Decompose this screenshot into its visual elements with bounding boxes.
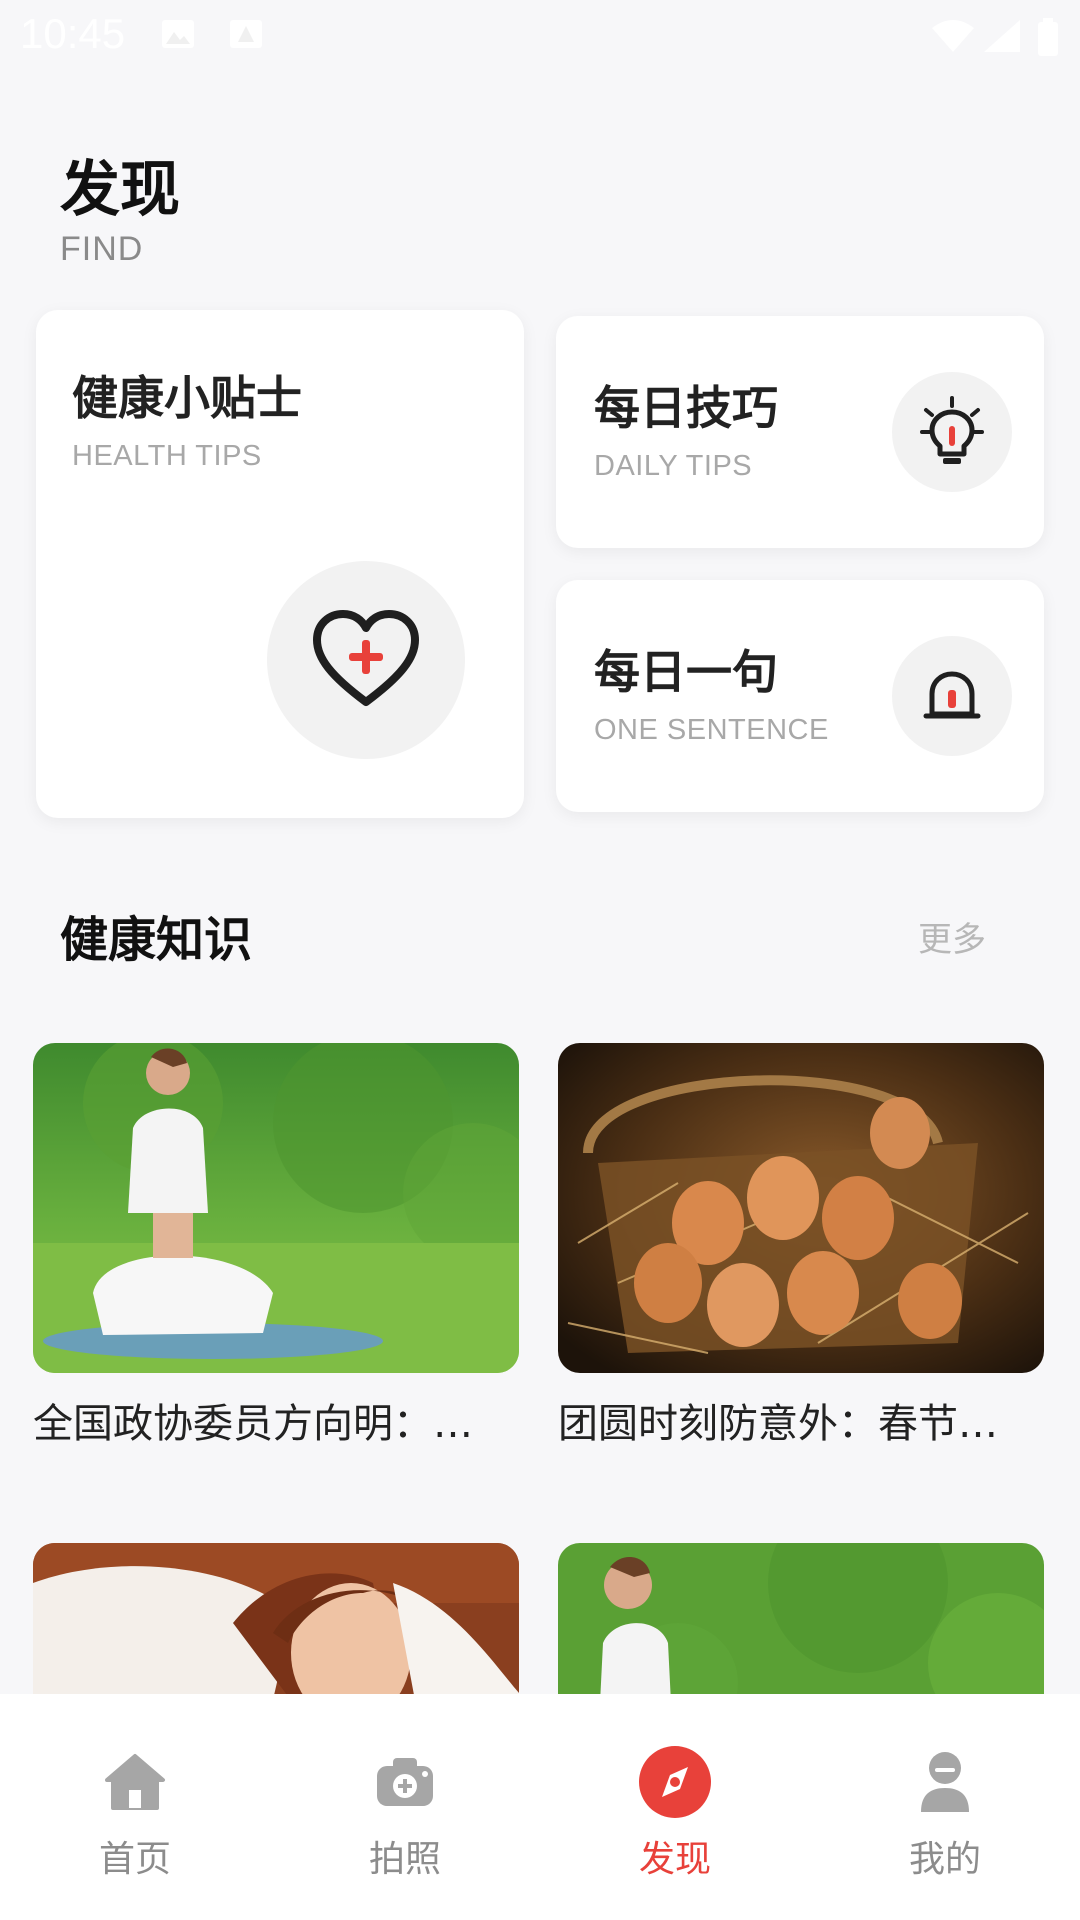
camera-icon [367,1744,443,1820]
nav-item-camera[interactable]: 拍照 [270,1694,540,1920]
section-title-health-knowledge: 健康知识 [60,912,253,968]
nav-item-discover[interactable]: 发现 [540,1694,810,1920]
compass-icon [637,1744,713,1820]
app-notification-icon [230,20,262,48]
article-title-1: 全国政协委员方向明：… [33,1401,473,1447]
home-icon [97,1744,173,1820]
page-header: 发现 FIND [60,150,180,269]
nav-label-home: 首页 [98,1839,171,1880]
nav-label-camera: 拍照 [368,1839,441,1880]
article-image-eggs[interactable] [558,1043,1044,1373]
one-sentence-card[interactable]: 每日一句 ONE SENTENCE [556,580,1044,812]
lightbulb-icon [920,396,984,464]
wifi-icon [932,20,974,52]
health-tips-icon-circle [267,561,465,759]
health-tips-card[interactable]: 健康小贴士 HEALTH TIPS [36,310,524,818]
article-card-1[interactable]: 全国政协委员方向明：… [33,1043,519,1449]
nav-label-discover: 发现 [638,1839,711,1880]
nav-item-home[interactable]: 首页 [0,1694,270,1920]
signal-icon [984,20,1020,52]
one-sentence-title: 每日一句 [594,645,778,699]
one-sentence-subtitle: ONE SENTENCE [594,714,829,746]
image-notification-icon [162,20,194,48]
daily-tips-title: 每日技巧 [594,381,778,435]
article-card-2[interactable]: 团圆时刻防意外：春节… [558,1043,1044,1449]
daily-tips-subtitle: DAILY TIPS [594,450,753,482]
bell-icon [923,671,981,719]
status-bar: 10:45 [0,0,1080,72]
heart-plus-icon [313,610,419,706]
user-icon [907,1744,983,1820]
health-tips-subtitle: HEALTH TIPS [72,440,262,472]
daily-tips-card[interactable]: 每日技巧 DAILY TIPS [556,316,1044,548]
health-tips-title: 健康小贴士 [72,371,302,425]
article-title-2: 团圆时刻防意外：春节… [558,1401,998,1447]
nav-item-mine[interactable]: 我的 [810,1694,1080,1920]
status-time: 10:45 [20,10,126,57]
nav-label-mine: 我的 [908,1839,981,1880]
article-image-yoga[interactable] [33,1043,519,1373]
more-link[interactable]: 更多 [918,912,986,961]
page-subtitle: FIND [60,230,144,268]
one-sentence-icon-circle [892,636,1012,756]
daily-tips-icon-circle [892,372,1012,492]
bottom-nav: 首页 拍照 发现 我的 [0,1694,1080,1920]
battery-icon [1038,18,1058,56]
page-title: 发现 [60,155,180,225]
